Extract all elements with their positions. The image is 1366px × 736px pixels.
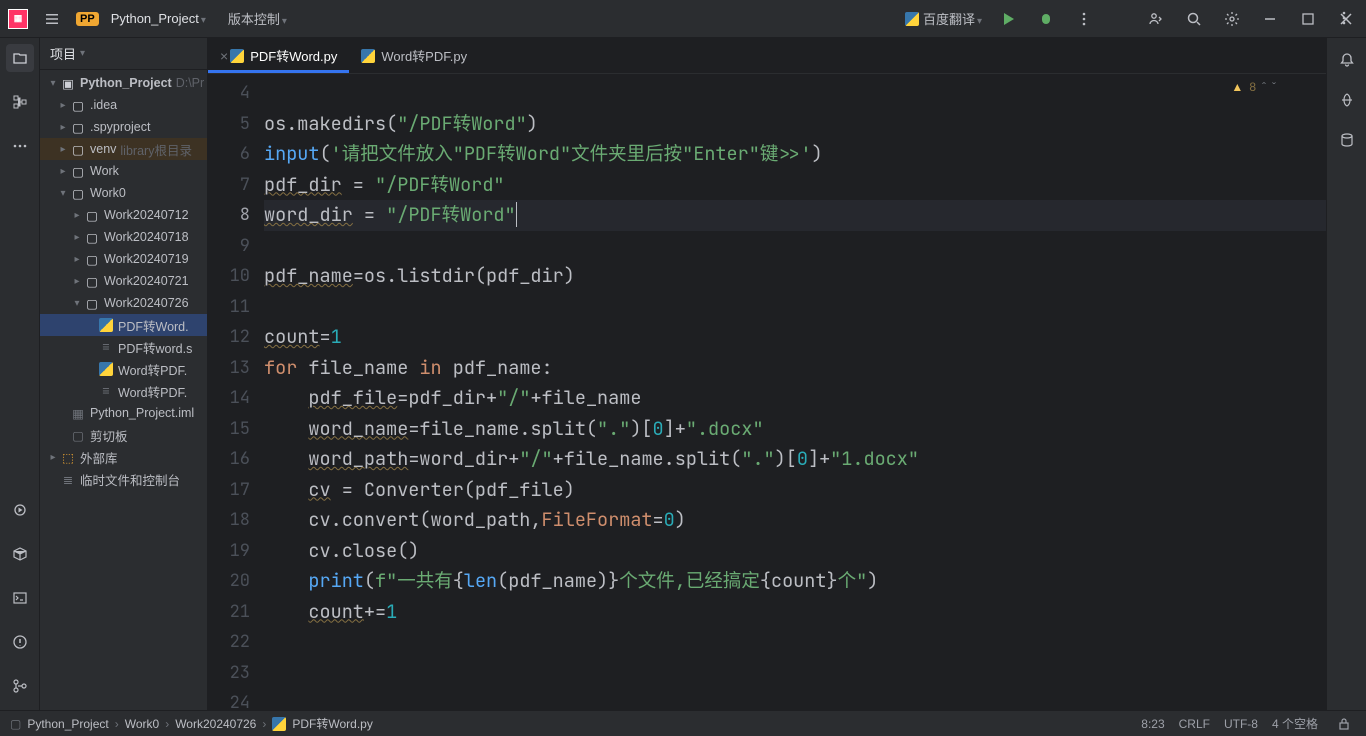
status-indent[interactable]: 4 个空格 <box>1272 715 1318 732</box>
tree-folder-0726[interactable]: ▾▢Work20240726 <box>40 292 207 314</box>
tab-word2pdf[interactable]: Word转PDF.py <box>349 38 479 73</box>
tree-root[interactable]: ▾▣Python_ProjectD:\Pr <box>40 72 207 94</box>
tree-external-libs[interactable]: ▸⬚外部库 <box>40 446 207 468</box>
title-bar: ▦ PP Python_Project▾ 版本控制▾ 百度翻译▾ <box>0 0 1366 38</box>
tree-folder-0719[interactable]: ▸▢Work20240719 <box>40 248 207 270</box>
settings-button[interactable] <box>1220 7 1244 31</box>
breadcrumbs[interactable]: ▢ Python_Project› Work0› Work20240726› P… <box>10 715 373 732</box>
chevron-down-icon: ▾ <box>201 15 206 26</box>
structure-tool-button[interactable] <box>6 88 34 116</box>
run-button[interactable] <box>996 7 1020 31</box>
tree-file-pdf2word-s[interactable]: ≡PDF转word.s <box>40 336 207 358</box>
code-gutter: 456789101112131415161718192021222324 <box>208 74 264 710</box>
editor-tab-menu[interactable] <box>1332 6 1356 30</box>
vcs-tool-button[interactable] <box>6 672 34 700</box>
tree-file-pdf2word-py[interactable]: PDF转Word. <box>40 314 207 336</box>
maximize-button[interactable] <box>1296 7 1320 31</box>
tree-file-word2pdf-py[interactable]: Word转PDF. <box>40 358 207 380</box>
right-tool-stripe <box>1326 38 1366 710</box>
project-panel: 项目▾ ▾▣Python_ProjectD:\Pr ▸▢.idea ▸▢.spy… <box>40 38 208 710</box>
status-lock-icon[interactable] <box>1332 712 1356 736</box>
code-with-me-button[interactable] <box>1144 7 1168 31</box>
editor-tabs: ×PDF转Word.py Word转PDF.py <box>208 38 1326 74</box>
tab-close-icon[interactable]: × <box>220 48 228 64</box>
more-tool-button[interactable] <box>6 132 34 160</box>
status-caret-pos[interactable]: 8:23 <box>1141 717 1164 731</box>
vc-menu[interactable]: 版本控制▾ <box>228 9 287 28</box>
status-encoding[interactable]: UTF-8 <box>1224 717 1258 731</box>
more-actions-button[interactable] <box>1072 7 1096 31</box>
python-packages-tool-button[interactable] <box>6 540 34 568</box>
tree-folder-work[interactable]: ▸▢Work <box>40 160 207 182</box>
terminal-tool-button[interactable] <box>6 584 34 612</box>
status-bar: ▢ Python_Project› Work0› Work20240726› P… <box>0 710 1366 736</box>
tree-folder-0712[interactable]: ▸▢Work20240712 <box>40 204 207 226</box>
tree-folder-work0[interactable]: ▾▢Work0 <box>40 182 207 204</box>
services-tool-button[interactable] <box>6 496 34 524</box>
project-name[interactable]: Python_Project▾ <box>111 11 206 26</box>
problems-tool-button[interactable] <box>6 628 34 656</box>
debug-button[interactable] <box>1034 7 1058 31</box>
run-config-selector[interactable]: 百度翻译▾ <box>905 9 982 28</box>
tree-folder-venv[interactable]: ▸▢venvlibrary根目录 <box>40 138 207 160</box>
minimize-button[interactable] <box>1258 7 1282 31</box>
code-content[interactable]: os.makedirs("/PDF转Word")input('请把文件放入"PD… <box>264 74 1326 710</box>
main-menu-button[interactable] <box>40 7 64 31</box>
editor-area: ×PDF转Word.py Word转PDF.py ▲8 ˆˇ 456789101… <box>208 38 1326 710</box>
tab-pdf2word[interactable]: ×PDF转Word.py <box>208 38 349 73</box>
status-line-sep[interactable]: CRLF <box>1179 717 1210 731</box>
tree-folder-0718[interactable]: ▸▢Work20240718 <box>40 226 207 248</box>
search-button[interactable] <box>1182 7 1206 31</box>
project-tool-button[interactable] <box>6 44 34 72</box>
tree-folder-spyproject[interactable]: ▸▢.spyproject <box>40 116 207 138</box>
database-button[interactable] <box>1335 128 1359 152</box>
tree-file-word2pdf-s[interactable]: ≡Word转PDF. <box>40 380 207 402</box>
project-tree[interactable]: ▾▣Python_ProjectD:\Pr ▸▢.idea ▸▢.spyproj… <box>40 70 207 710</box>
tree-clipboard[interactable]: ▢剪切板 <box>40 424 207 446</box>
tree-folder-0721[interactable]: ▸▢Work20240721 <box>40 270 207 292</box>
app-icon: ▦ <box>8 9 28 29</box>
project-panel-header[interactable]: 项目▾ <box>40 38 207 70</box>
tree-scratches[interactable]: ≣临时文件和控制台 <box>40 468 207 490</box>
project-badge: PP <box>76 12 99 26</box>
notifications-button[interactable] <box>1335 48 1359 72</box>
tree-folder-idea[interactable]: ▸▢.idea <box>40 94 207 116</box>
left-tool-stripe <box>0 38 40 710</box>
ai-assistant-button[interactable] <box>1335 88 1359 112</box>
tree-file-iml[interactable]: ▦Python_Project.iml <box>40 402 207 424</box>
editor-body[interactable]: ▲8 ˆˇ 4567891011121314151617181920212223… <box>208 74 1326 710</box>
